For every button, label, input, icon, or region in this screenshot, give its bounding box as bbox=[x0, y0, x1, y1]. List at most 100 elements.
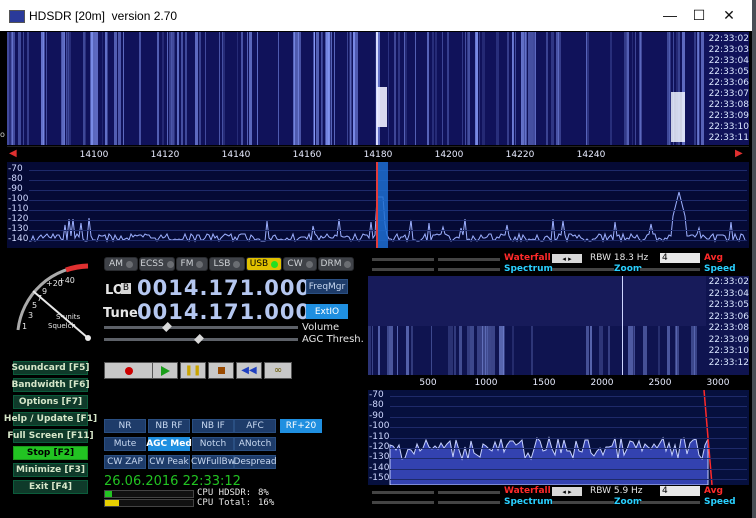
mode-usb-button[interactable]: USB bbox=[246, 257, 282, 271]
agc-med-button[interactable]: AGC Med bbox=[146, 437, 192, 451]
waterfall-brightness-slider[interactable] bbox=[438, 491, 500, 494]
help-update-button[interactable]: Help / Update [F1] bbox=[4, 412, 97, 426]
exit-button[interactable]: Exit [F4] bbox=[13, 480, 88, 494]
lo-frequency[interactable]: 0014.171.000 bbox=[137, 276, 311, 300]
speed-slider[interactable] bbox=[640, 501, 700, 504]
pause-button[interactable]: ❚❚ bbox=[180, 362, 206, 379]
waterfall-streak bbox=[551, 32, 554, 145]
extio-button[interactable]: ExtIO bbox=[306, 304, 348, 319]
audio-frequency-scale[interactable]: 500 1000 1500 2000 2500 3000 bbox=[368, 376, 749, 390]
lo-badge[interactable]: B bbox=[121, 283, 131, 294]
mode-am-button[interactable]: AM bbox=[104, 257, 138, 271]
db-tick-label: -70 bbox=[8, 164, 23, 174]
waterfall-streak bbox=[23, 32, 24, 145]
mode-ecss-button[interactable]: ECSS bbox=[139, 257, 175, 271]
audio-spectrum[interactable]: -70 -80 -90 -100 -110 -120 -130 -140 -150 bbox=[368, 390, 749, 485]
rewind-button[interactable]: ◀◀ bbox=[236, 362, 262, 379]
waterfall-contrast-slider[interactable] bbox=[372, 258, 434, 261]
mode-fm-button[interactable]: FM bbox=[176, 257, 208, 271]
spectrum-brightness-slider[interactable] bbox=[438, 501, 500, 504]
close-button[interactable]: ✕ bbox=[714, 4, 744, 26]
waterfall-streak bbox=[468, 32, 470, 145]
afc-button[interactable]: AFC bbox=[234, 419, 276, 433]
waterfall-contrast-slider[interactable] bbox=[372, 491, 434, 494]
volume-slider[interactable] bbox=[104, 322, 298, 332]
tune-frequency[interactable]: 0014.171.000 bbox=[137, 300, 311, 324]
bandwidth-button[interactable]: Bandwidth [F6] bbox=[11, 378, 90, 392]
nb-rf-button[interactable]: NB RF bbox=[148, 419, 190, 433]
waterfall-signal bbox=[671, 92, 685, 142]
despread-button[interactable]: Despread bbox=[233, 455, 277, 469]
cw-peak-button[interactable]: CW Peak bbox=[148, 455, 190, 469]
audio-waterfall-timestamp: 22:33:09 bbox=[708, 334, 749, 345]
waterfall-streak bbox=[314, 32, 315, 145]
stop-button[interactable]: Stop [F2] bbox=[13, 446, 88, 460]
waterfall-brightness-slider[interactable] bbox=[438, 258, 500, 261]
waterfall-streak bbox=[351, 32, 352, 145]
db-tick-label: -100 bbox=[8, 194, 29, 204]
maximize-button[interactable]: ☐ bbox=[684, 4, 714, 26]
audio-waterfall-streak bbox=[470, 326, 474, 375]
audio-waterfall-streak bbox=[634, 326, 635, 375]
squelch-label: Squelch bbox=[48, 322, 76, 330]
agc-threshold-slider[interactable] bbox=[104, 334, 298, 344]
notch-button[interactable]: Notch bbox=[192, 437, 234, 451]
mode-label: CW bbox=[287, 259, 303, 269]
rf20-button[interactable]: RF+20 bbox=[280, 419, 322, 433]
waterfall-streak bbox=[321, 32, 323, 145]
frequency-tick-label: 14140 bbox=[221, 150, 251, 160]
waterfall-streak bbox=[546, 32, 548, 145]
waterfall-streak bbox=[328, 32, 331, 145]
avg-select[interactable]: 4 bbox=[660, 486, 700, 496]
audio-waterfall-timestamp: 22:33:02 bbox=[708, 277, 749, 287]
rbw-stepper[interactable]: ◂ ▸ bbox=[552, 254, 582, 263]
rbw-stepper[interactable]: ◂ ▸ bbox=[552, 487, 582, 496]
anotch-button[interactable]: ANotch bbox=[234, 437, 276, 451]
minimize-button[interactable]: — bbox=[655, 4, 685, 26]
main-spectrum[interactable]: -70 -80 -90 -100 -110 -120 -130 -140 bbox=[7, 162, 749, 248]
spectrum-brightness-slider[interactable] bbox=[438, 268, 500, 271]
speed-slider[interactable] bbox=[640, 268, 700, 271]
mode-cw-button[interactable]: CW bbox=[283, 257, 317, 271]
scale-right-arrow-icon[interactable]: ▶ bbox=[735, 148, 743, 159]
soundcard-button[interactable]: Soundcard [F5] bbox=[12, 361, 90, 375]
audio-waterfall-streak bbox=[488, 326, 491, 375]
audio-waterfall[interactable]: 22:33:02 22:33:04 22:33:05 22:33:06 22:33:08… bbox=[368, 276, 749, 375]
waterfall-streak bbox=[698, 32, 700, 145]
cw-fullbw-button[interactable]: CWFullBw bbox=[191, 455, 235, 469]
options-button[interactable]: Options [F7] bbox=[13, 395, 88, 409]
waterfall-streak bbox=[95, 32, 98, 145]
mode-indicator-icon bbox=[344, 260, 352, 268]
waterfall-streak bbox=[93, 32, 95, 145]
waterfall-streak bbox=[278, 32, 279, 145]
mode-drm-button[interactable]: DRM bbox=[318, 257, 354, 271]
agc-threshold-slider-knob[interactable] bbox=[194, 334, 204, 344]
minimize-app-button[interactable]: Minimize [F3] bbox=[13, 463, 88, 477]
nr-button[interactable]: NR bbox=[104, 419, 146, 433]
freqmgr-button[interactable]: FreqMgr bbox=[306, 279, 348, 294]
avg-select[interactable]: 4 bbox=[660, 253, 700, 263]
main-waterfall[interactable] bbox=[7, 32, 707, 145]
zoom-slider[interactable] bbox=[552, 268, 614, 271]
zoom-slider[interactable] bbox=[552, 501, 614, 504]
smeter-label-3: 3 bbox=[28, 311, 34, 320]
record-button[interactable] bbox=[104, 362, 154, 379]
smeter-label-plus20: +20 bbox=[46, 279, 63, 288]
stop-playback-button[interactable] bbox=[208, 362, 234, 379]
cw-zap-button[interactable]: CW ZAP bbox=[104, 455, 146, 469]
audio-grid-line bbox=[390, 448, 747, 449]
scale-left-arrow-icon[interactable]: ◀ bbox=[9, 148, 17, 159]
mode-lsb-button[interactable]: LSB bbox=[209, 257, 245, 271]
loop-button[interactable]: ∞ bbox=[264, 362, 292, 379]
main-frequency-scale[interactable]: ◀ ▶ 14100 14120 14140 14160 14180 14200 14220 142… bbox=[7, 146, 749, 163]
mute-button[interactable]: Mute bbox=[104, 437, 146, 451]
volume-label: Volume bbox=[302, 322, 340, 333]
nb-if-button[interactable]: NB IF bbox=[192, 419, 234, 433]
full-screen-button[interactable]: Full Screen [F11] bbox=[7, 429, 94, 443]
waterfall-timestamp: 22:33:09 bbox=[708, 111, 749, 121]
audio-grid-line bbox=[390, 468, 747, 470]
waterfall-label: Waterfall bbox=[504, 253, 551, 263]
spectrum-contrast-slider[interactable] bbox=[372, 268, 434, 271]
play-button[interactable] bbox=[152, 362, 178, 379]
spectrum-contrast-slider[interactable] bbox=[372, 501, 434, 504]
